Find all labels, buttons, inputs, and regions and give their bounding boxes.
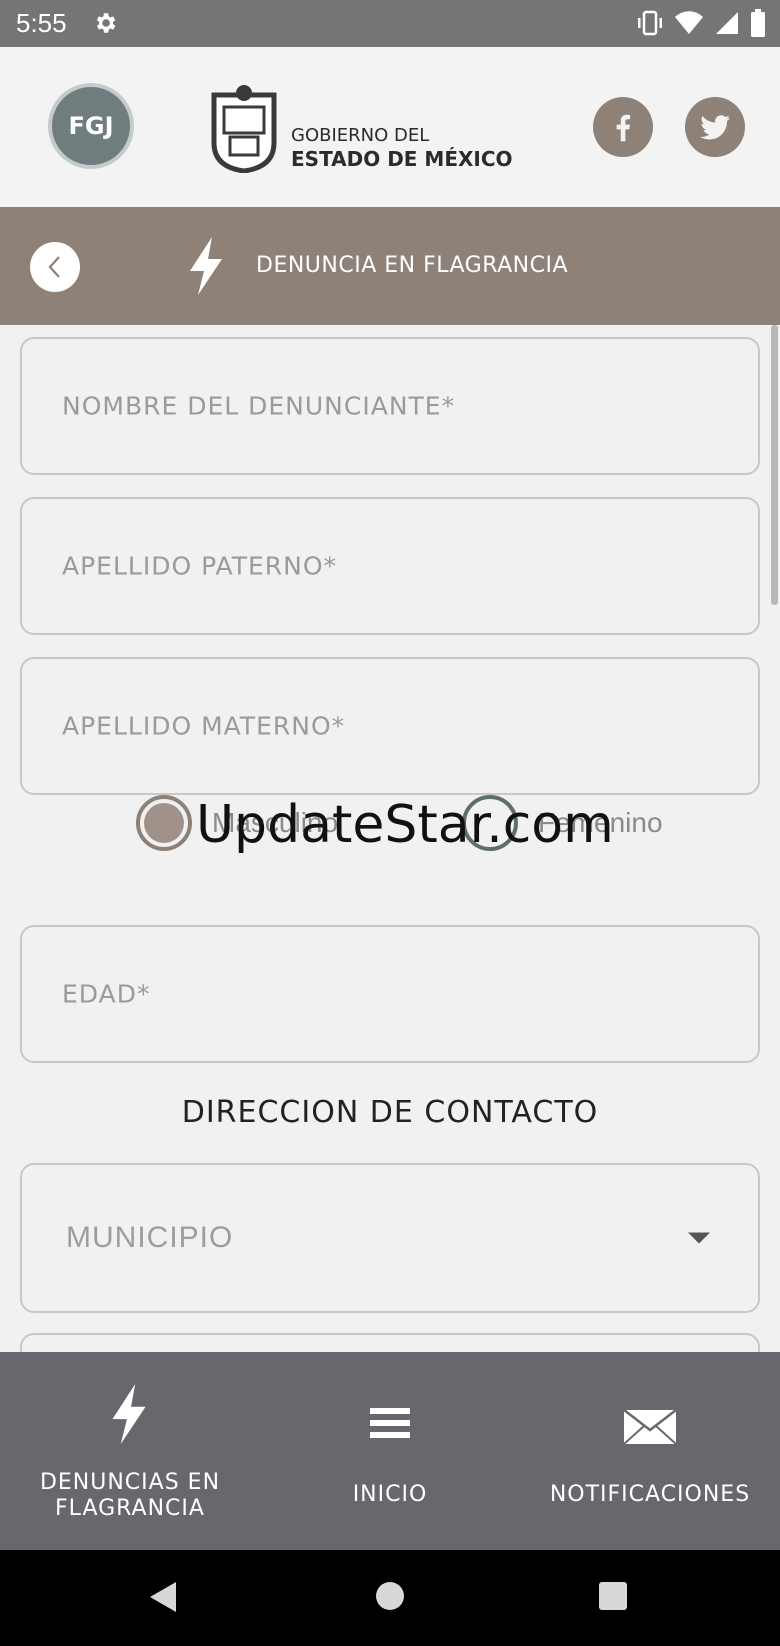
twitter-icon [700,115,730,140]
edad-field[interactable]: EDAD* [20,925,760,1063]
apellido-materno-placeholder: APELLIDO MATERNO* [62,711,346,741]
wifi-icon [675,11,703,35]
nav-label-denuncias-line1: DENUNCIAS EN [39,1470,221,1495]
back-triangle-icon[interactable] [148,1580,178,1614]
gear-icon [96,13,116,33]
radio-masculino[interactable]: Masculino [136,795,338,851]
government-line-1: GOBIERNO DEL [291,125,430,146]
nav-item-denuncias[interactable]: DENUNCIAS EN FLAGRANCIA [0,1352,260,1550]
facebook-button[interactable] [593,97,653,157]
nav-item-inicio[interactable]: INICIO [260,1352,520,1550]
system-navigation-bar [0,1550,780,1646]
chevron-left-icon [48,256,60,278]
nombre-field[interactable]: NOMBRE DEL DENUNCIANTE* [20,337,760,475]
twitter-button[interactable] [685,97,745,157]
vibrate-icon [638,10,662,36]
radio-label-femenino: Femenino [538,807,663,838]
bolt-icon [112,1384,146,1444]
radio-femenino[interactable]: Femenino [462,795,663,851]
government-line-2: ESTADO DE MÉXICO [291,147,513,171]
facebook-icon [616,114,631,142]
complaint-form: NOMBRE DEL DENUNCIANTE* APELLIDO PATERNO… [0,325,780,1352]
contact-section-title: DIRECCION DE CONTACTO [181,1095,599,1130]
dropdown-arrow-icon [688,1232,710,1244]
radio-selected-indicator[interactable] [136,795,192,851]
menu-icon [370,1408,410,1438]
nav-label-denuncias-line2: FLAGRANCIA [55,1496,205,1521]
recents-square-icon[interactable] [598,1581,628,1611]
home-circle-icon[interactable] [374,1580,406,1612]
scrollbar[interactable] [771,325,778,605]
app-header: FGJ GOBIERNO DEL ESTADO DE MÉXICO [0,47,780,207]
apellido-paterno-field[interactable]: APELLIDO PATERNO* [20,497,760,635]
municipio-placeholder: MUNICIPIO [66,1221,234,1254]
signal-icon [716,12,738,34]
apellido-paterno-placeholder: APELLIDO PATERNO* [62,551,338,581]
bottom-navigation: DENUNCIAS EN FLAGRANCIA INICIO NOTIFICAC… [0,1352,780,1550]
bolt-icon [190,237,222,295]
apellido-materno-field[interactable]: APELLIDO MATERNO* [20,657,760,795]
municipio-select[interactable]: MUNICIPIO [20,1163,760,1313]
section-title-bar: DENUNCIA EN FLAGRANCIA [0,207,780,325]
nav-item-notificaciones[interactable]: NOTIFICACIONES [520,1352,780,1550]
nombre-placeholder: NOMBRE DEL DENUNCIANTE* [62,391,456,421]
gender-radio-group: Masculino Femenino [0,795,780,865]
page-title: DENUNCIA EN FLAGRANCIA [256,253,569,278]
radio-label-masculino: Masculino [212,807,339,838]
battery-icon [751,9,765,37]
mail-icon [623,1409,677,1445]
nav-label-notificaciones: NOTIFICACIONES [549,1482,751,1507]
fgj-logo-text: FGJ [68,112,114,140]
status-time: 5:55 [16,8,67,38]
nav-label-inicio: INICIO [352,1482,428,1507]
back-button[interactable] [30,242,80,292]
status-bar: 5:55 [0,0,780,47]
next-field-partial[interactable] [20,1333,760,1352]
state-coat-of-arms-logo [211,85,277,173]
radio-unselected-indicator[interactable] [462,795,518,851]
edad-placeholder: EDAD* [62,979,151,1009]
fgj-logo: FGJ [48,83,134,169]
